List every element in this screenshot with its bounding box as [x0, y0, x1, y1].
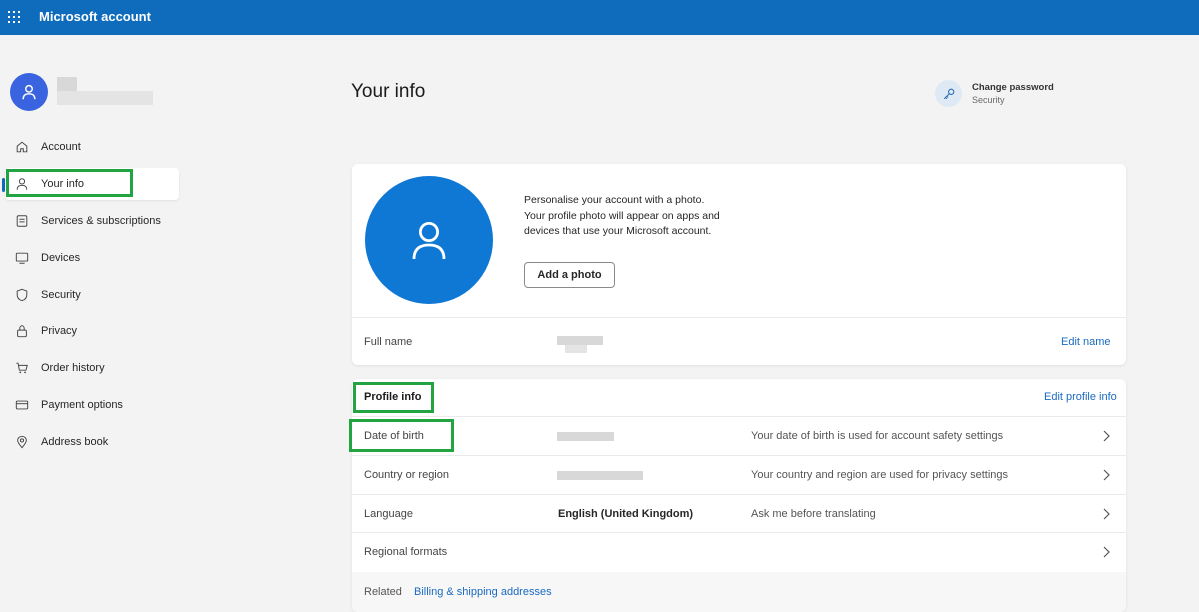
add-photo-button[interactable]: Add a photo: [524, 262, 615, 288]
sidebar-item-address-book[interactable]: Address book: [5, 426, 179, 458]
row-label: Language: [364, 508, 413, 520]
user-name-redacted-2: [57, 91, 153, 105]
app-title[interactable]: Microsoft account: [39, 9, 151, 24]
user-avatar[interactable]: [10, 73, 48, 111]
person-icon: [412, 221, 446, 260]
sidebar-item-label: Security: [41, 289, 81, 301]
key-icon: [935, 80, 962, 107]
cart-icon: [14, 360, 30, 376]
sidebar-item-label: Your info: [41, 178, 85, 190]
chevron-right-icon: [1103, 546, 1110, 558]
monitor-icon: [14, 250, 30, 266]
sidebar-item-label: Order history: [41, 362, 105, 374]
row-description: Your date of birth is used for account s…: [751, 430, 1004, 442]
location-icon: [14, 434, 30, 450]
billing-shipping-link[interactable]: Billing & shipping addresses: [414, 586, 552, 598]
profile-row-language[interactable]: Language English (United Kingdom) Ask me…: [352, 495, 1126, 533]
person-icon: [14, 176, 30, 192]
related-label: Related: [364, 586, 402, 598]
full-name-redacted: [557, 336, 603, 345]
sidebar-item-privacy[interactable]: Privacy: [5, 315, 179, 347]
profile-row-country[interactable]: Country or region Your country and regio…: [352, 456, 1126, 494]
date-of-birth-redacted: [557, 432, 614, 441]
photo-description: Personalise your account with a photo. Y…: [524, 194, 720, 237]
page-title: Your info: [351, 81, 426, 102]
change-password-subtitle: Security: [972, 95, 1005, 105]
sidebar-item-account[interactable]: Account: [5, 131, 179, 163]
profile-photo: [365, 176, 493, 304]
sidebar-item-security[interactable]: Security: [5, 279, 179, 311]
change-password-title: Change password: [972, 82, 1054, 93]
divider: [352, 317, 1126, 318]
list-icon: [14, 213, 30, 229]
profile-info-title: Profile info: [364, 391, 422, 403]
card-icon: [14, 397, 30, 413]
related-footer: Related Billing & shipping addresses: [352, 572, 1126, 612]
sidebar-item-devices[interactable]: Devices: [5, 242, 179, 274]
change-password-link[interactable]: Change password Security: [935, 80, 1054, 107]
home-icon: [14, 139, 30, 155]
user-name-redacted: [57, 77, 77, 91]
photo-card: Personalise your account with a photo. Y…: [352, 164, 1126, 365]
profile-row-regional-formats[interactable]: Regional formats: [352, 533, 1126, 571]
edit-name-link[interactable]: Edit name: [1061, 336, 1111, 348]
full-name-label: Full name: [364, 336, 413, 348]
sidebar-item-label: Payment options: [41, 399, 123, 411]
sidebar-item-label: Services & subscriptions: [41, 215, 161, 227]
profile-row-date-of-birth[interactable]: Date of birth Your date of birth is used…: [352, 417, 1126, 455]
waffle-icon[interactable]: [8, 11, 20, 23]
row-description: Your country and region are used for pri…: [751, 469, 1009, 481]
sidebar-item-label: Devices: [41, 252, 81, 264]
edit-profile-info-link[interactable]: Edit profile info: [1044, 391, 1117, 403]
sidebar-item-label: Privacy: [41, 325, 78, 337]
row-label: Date of birth: [364, 430, 424, 442]
chevron-right-icon: [1103, 469, 1110, 481]
country-redacted: [557, 471, 643, 480]
chevron-right-icon: [1103, 508, 1110, 520]
sidebar-item-payment-options[interactable]: Payment options: [5, 389, 179, 421]
sidebar-item-order-history[interactable]: Order history: [5, 352, 179, 384]
sidebar-item-label: Address book: [41, 436, 109, 448]
sidebar-item-label: Account: [41, 141, 81, 153]
profile-info-card: Profile info Edit profile info Date of b…: [352, 379, 1126, 612]
row-value: English (United Kingdom): [558, 508, 694, 520]
shield-icon: [14, 287, 30, 303]
sidebar-item-services[interactable]: Services & subscriptions: [5, 205, 179, 237]
full-name-redacted-2: [565, 345, 587, 353]
lock-icon: [14, 323, 30, 339]
chevron-right-icon: [1103, 430, 1110, 442]
row-label: Regional formats: [364, 546, 448, 558]
sidebar-item-your-info[interactable]: Your info: [5, 168, 179, 200]
top-bar: Microsoft account: [0, 0, 1199, 35]
row-description: Ask me before translating: [751, 508, 876, 520]
row-label: Country or region: [364, 469, 449, 481]
person-icon: [22, 84, 36, 100]
